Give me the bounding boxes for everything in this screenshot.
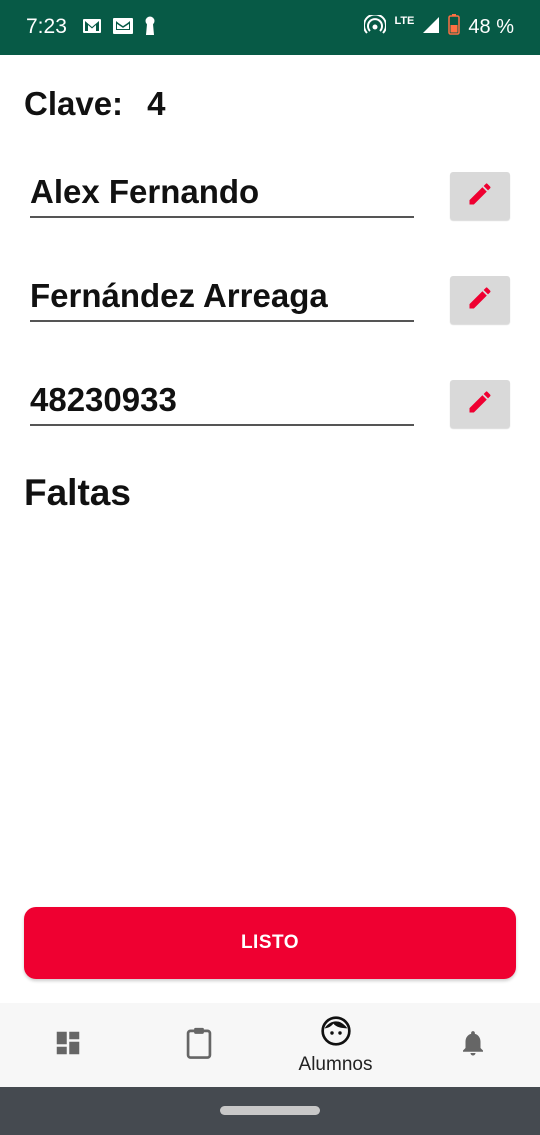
bell-icon [458, 1028, 488, 1063]
pencil-icon [466, 180, 494, 213]
nav-item-notifications[interactable] [405, 1003, 540, 1087]
nav-item-clipboard[interactable] [131, 1003, 266, 1087]
clave-label: Clave: [24, 85, 124, 122]
system-navigation-bar [0, 1087, 540, 1135]
hotspot-icon [363, 13, 388, 40]
gmail-icon [82, 18, 102, 39]
pencil-icon [466, 284, 494, 317]
signal-icon [422, 16, 440, 39]
status-bar: 7:23 LTE 48 % [0, 0, 540, 55]
edit-last-name-button[interactable] [450, 276, 510, 324]
system-icons: LTE 48 % [363, 13, 514, 40]
nav-label-alumnos: Alumnos [298, 1053, 373, 1075]
edit-first-name-button[interactable] [450, 172, 510, 220]
clipboard-icon [184, 1026, 214, 1065]
first-name-row [30, 168, 510, 228]
keyhole-icon [144, 16, 156, 41]
clave-row: Clave: 4 [24, 85, 165, 123]
pencil-icon [466, 388, 494, 421]
phone-row [30, 376, 510, 436]
nav-item-dashboard[interactable] [0, 1003, 135, 1087]
last-name-row [30, 272, 510, 332]
home-gesture-handle[interactable] [220, 1106, 320, 1115]
faltas-heading: Faltas [24, 472, 131, 513]
nav-item-alumnos[interactable]: Alumnos [268, 1003, 403, 1087]
status-time: 7:23 [26, 15, 67, 38]
inbox-icon [112, 17, 134, 40]
network-label: LTE [394, 15, 415, 27]
clave-value: 4 [147, 85, 166, 122]
first-name-field[interactable] [30, 168, 414, 218]
face-icon [320, 1015, 352, 1052]
last-name-field[interactable] [30, 272, 414, 322]
battery-percentage: 48 % [468, 15, 514, 38]
listo-button[interactable]: LISTO [24, 907, 516, 979]
phone-field[interactable] [30, 376, 414, 426]
edit-phone-button[interactable] [450, 380, 510, 428]
dashboard-icon [53, 1028, 83, 1063]
battery-icon [448, 14, 461, 40]
notification-icons [82, 16, 156, 41]
bottom-navigation: Alumnos [0, 1003, 540, 1087]
